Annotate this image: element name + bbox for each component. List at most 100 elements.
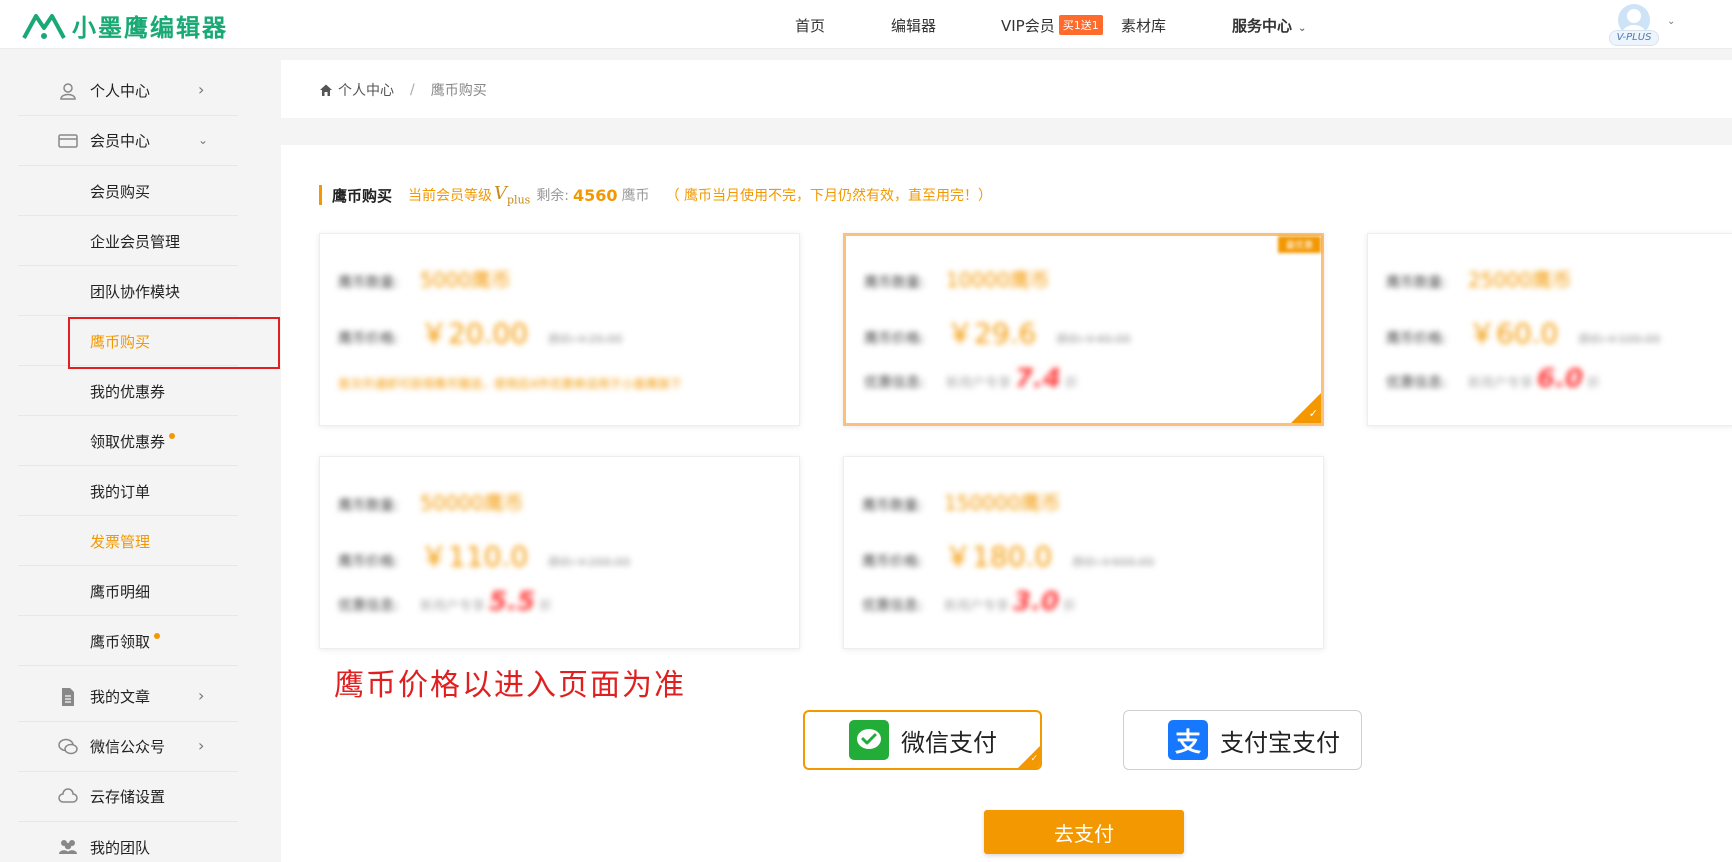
discount-label: 优惠信息: [862,598,923,614]
package-price: ￥60.0 [1468,317,1559,350]
vplus-badge: V-PLUS [1609,30,1659,46]
price-label: 鹰币价格: [338,554,399,570]
chevron-right-icon: › [198,736,205,755]
package-amount: 50000鹰币 [420,491,524,515]
level-badge-sub: plus [507,193,531,207]
sidebar-subitem-label: 会员购买 [90,183,151,201]
chat-icon [58,737,78,757]
wechat-pay-button[interactable]: 微信支付 ✓ [803,710,1042,770]
coin-package-card[interactable]: 鹰币数量: 25000鹰币 鹰币价格: ￥60.0 原价:￥100.00 优惠信息: 新… [1367,233,1732,426]
logo[interactable]: 小墨鹰编辑器 [22,8,228,43]
discount-prefix: 新用户专享 [1468,376,1534,391]
selection-highlight [68,317,280,369]
package-price: ￥29.6 [946,317,1037,350]
discount-label: 优惠信息: [864,375,925,391]
original-price: 原价:￥20.00 [548,332,623,346]
coin-package-card[interactable]: 鹰币数量: 50000鹰币 鹰币价格: ￥110.0 原价:￥200.00 优惠信息:… [319,456,800,649]
sidebar-subitem-team-module[interactable]: 团队协作模块 [18,266,238,316]
notification-dot [154,633,161,639]
sidebar-subitem-label: 我的订单 [90,483,151,501]
sidebar-subitem-label: 团队协作模块 [90,283,181,301]
sidebar-item-cloud-storage[interactable]: 云存储设置 [18,772,238,822]
alipay-button[interactable]: 支 支付宝支付 [1123,710,1362,770]
sidebar-subitem-get-coupons[interactable]: 领取优惠券 [18,416,238,466]
package-price: ￥20.00 [420,317,529,350]
coin-validity-note: （ 鹰币当月使用不完，下月仍然有效，直至用完！） [665,188,993,204]
chevron-down-icon: ⌄ [1298,23,1307,34]
sidebar-subitem-label: 我的优惠券 [90,383,166,401]
original-price: 原价:￥600.00 [1072,555,1155,569]
sidebar-item-my-articles[interactable]: 我的文章 › [18,672,238,722]
sidebar-item-label: 微信公众号 [90,738,166,756]
discount-suffix: 折 [1587,376,1601,391]
sidebar-subitem-label: 发票管理 [90,533,151,551]
amount-label: 鹰币数量: [338,498,399,514]
chevron-right-icon: › [198,686,205,705]
discount-value: 6.0 [1537,364,1584,394]
sidebar-item-wechat-accounts[interactable]: 微信公众号 › [18,722,238,772]
chevron-right-icon: › [198,80,205,99]
sidebar-subitem-coin-claim[interactable]: 鹰币领取 [18,616,238,666]
price-label: 鹰币价格: [864,331,925,347]
user-icon [58,81,78,101]
remaining-value: 4560 [573,185,618,205]
selected-check-icon: ✓ [1291,393,1321,423]
nav-service-label: 服务中心 [1232,17,1293,35]
discount-prefix: 新用户专享 [420,599,486,614]
sidebar-subitem-coin-detail[interactable]: 鹰币明细 [18,566,238,616]
wechat-pay-label: 微信支付 [901,728,997,757]
sidebar-item-member-center[interactable]: 会员中心 ⌄ [18,116,238,166]
discount-value: 5.5 [489,587,536,617]
nav-editor[interactable]: 编辑器 [891,15,936,36]
sidebar-subitem-my-coupons[interactable]: 我的优惠券 [18,366,238,416]
discount-value: 7.4 [1015,364,1062,394]
notification-dot [169,433,176,439]
coin-package-card[interactable]: 鹰币数量: 5000鹰币 鹰币价格: ￥20.00 原价:￥20.00 首次开通即可获… [319,233,800,426]
discount-suffix: 折 [539,599,553,614]
package-amount: 150000鹰币 [944,491,1061,515]
team-icon [58,837,78,857]
sidebar-subitem-my-orders[interactable]: 我的订单 [18,466,238,516]
breadcrumb-current: 鹰币购买 [430,83,487,99]
remaining-label: 剩余: [536,188,570,204]
package-amount: 10000鹰币 [946,268,1050,292]
breadcrumb-home[interactable]: 个人中心 [338,80,394,100]
sidebar-subitem-member-buy[interactable]: 会员购买 [18,166,238,216]
sidebar-subitem-label: 鹰币领取 [90,631,161,652]
sidebar-item-label: 会员中心 [90,132,151,150]
nav-materials[interactable]: 素材库 [1121,15,1166,36]
card-icon [58,131,78,151]
sidebar-item-my-team[interactable]: 我的团队 [18,822,238,862]
sidebar-subitem-invoice[interactable]: 发票管理 [18,516,238,566]
user-avatar-menu[interactable]: V-PLUS [1609,4,1659,46]
package-amount: 5000鹰币 [420,268,511,292]
discount-suffix: 折 [1063,599,1077,614]
go-pay-button[interactable]: 去支付 [984,810,1184,854]
sidebar-item-personal-center[interactable]: 个人中心 › [18,66,238,116]
discount-value: 3.0 [1013,587,1060,617]
original-price: 原价:￥200.00 [548,555,631,569]
coin-package-card-selected[interactable]: 最优惠 鹰币数量: 10000鹰币 鹰币价格: ￥29.6 原价:￥40.00 优惠信… [843,233,1324,426]
home-icon [320,84,332,96]
price-label: 鹰币价格: [338,331,399,347]
package-promo-text: 首次开通即可获得鹰币赠送，使用后4件优惠券适用于小墨鹰旗下 [338,377,682,391]
sidebar-subitem-label: 鹰币明细 [90,583,151,601]
member-level-label: 当前会员等级 [408,188,493,204]
sidebar-subitem-text: 领取优惠券 [90,433,166,451]
price-disclaimer-annotation: 鹰币价格以进入页面为准 [334,668,686,703]
price-label: 鹰币价格: [1386,331,1447,347]
package-price: ￥110.0 [420,540,529,573]
selected-check-icon: ✓ [1018,746,1040,768]
nav-home[interactable]: 首页 [795,15,825,36]
discount-suffix: 折 [1065,376,1079,391]
sidebar-subitem-text: 鹰币领取 [90,633,151,651]
main-panel: 鹰币购买 当前会员等级 Vplus 剩余: 4560 鹰币 （ 鹰币当月使用不完… [281,145,1732,862]
sidebar-item-label: 个人中心 [90,82,151,100]
price-label: 鹰币价格: [862,554,923,570]
alipay-label: 支付宝支付 [1220,728,1340,757]
sidebar-subitem-enterprise[interactable]: 企业会员管理 [18,216,238,266]
nav-service-center[interactable]: 服务中心 ⌄ [1232,15,1306,36]
chevron-down-icon[interactable]: ⌄ [1667,16,1675,27]
coin-package-card[interactable]: 鹰币数量: 150000鹰币 鹰币价格: ￥180.0 原价:￥600.00 优惠信息… [843,456,1324,649]
nav-vip[interactable]: VIP会员 买1送1 [1001,15,1103,36]
